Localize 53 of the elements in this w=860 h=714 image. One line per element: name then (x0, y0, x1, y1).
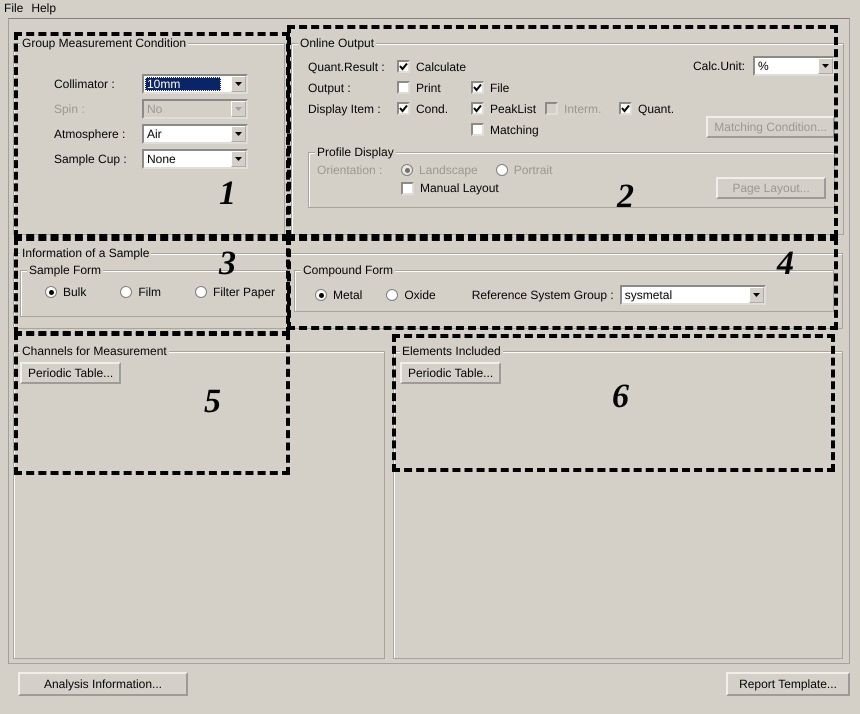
field-label: Sample Cup : (54, 152, 128, 166)
field-label: Spin : (54, 102, 86, 116)
field-label: Reference System Group : (472, 288, 614, 302)
group-title: Channels for Measurement (20, 344, 169, 358)
periodic-table-button[interactable]: Periodic Table... (20, 362, 122, 384)
check-icon (399, 62, 408, 71)
checkbox[interactable]: Matching (471, 122, 545, 136)
annotation-number: 1 (219, 177, 236, 211)
radio-button[interactable]: Metal (315, 288, 362, 302)
check-icon (473, 83, 482, 92)
radio-button[interactable]: Oxide (386, 288, 436, 302)
footer-button[interactable]: Report Template... (726, 672, 850, 696)
dropdown[interactable]: Air (142, 124, 248, 144)
checkbox[interactable]: Calculate (397, 60, 471, 74)
field-label: Collimator : (54, 77, 116, 91)
field-label: Output : (308, 80, 352, 94)
group-title: Group Measurement Condition (20, 36, 188, 50)
menu-item[interactable]: File (4, 1, 24, 15)
group-title: Sample Form (27, 263, 104, 277)
dropdown[interactable]: sysmetal (620, 285, 766, 305)
field-label: Atmosphere : (54, 127, 126, 141)
check-icon (473, 104, 482, 113)
checkbox[interactable]: Cond. (397, 102, 471, 116)
check-icon (621, 104, 630, 113)
group-title: Profile Display (315, 145, 396, 159)
annotation-number: 3 (219, 247, 236, 281)
field-label: Quant.Result : (308, 60, 386, 74)
menu-item[interactable]: Help (31, 1, 56, 15)
dropdown[interactable]: 10mm (142, 74, 248, 94)
checkbox[interactable]: Manual Layout (401, 181, 499, 195)
group-title: Online Output (298, 36, 376, 50)
check-icon (399, 104, 408, 113)
checkbox[interactable]: Quant. (619, 102, 693, 116)
radio-button[interactable]: Filter Paper (195, 285, 276, 299)
radio-button[interactable]: Film (120, 285, 162, 299)
checkbox[interactable]: PeakList (471, 102, 545, 116)
radio-button[interactable]: Bulk (45, 285, 86, 299)
group-title: Compound Form (301, 263, 396, 277)
checkbox[interactable]: Print (397, 80, 471, 94)
periodic-table-button[interactable]: Periodic Table... (400, 362, 502, 384)
annotation-number: 2 (617, 180, 634, 214)
annotation-number: 5 (204, 385, 221, 419)
group-title: Information of a Sample (20, 246, 152, 260)
annotation-number: 4 (777, 247, 794, 281)
checkbox[interactable]: File (471, 80, 545, 94)
annotation-number: 6 (612, 380, 629, 414)
group-title: Elements Included (400, 344, 503, 358)
dropdown[interactable]: None (142, 149, 248, 169)
field-label: Calc.Unit: (693, 59, 746, 73)
footer-button[interactable]: Analysis Information... (18, 672, 188, 696)
field-label: Display Item : (308, 102, 382, 116)
dropdown[interactable]: % (753, 56, 836, 76)
field-label: Orientation : (317, 163, 384, 177)
